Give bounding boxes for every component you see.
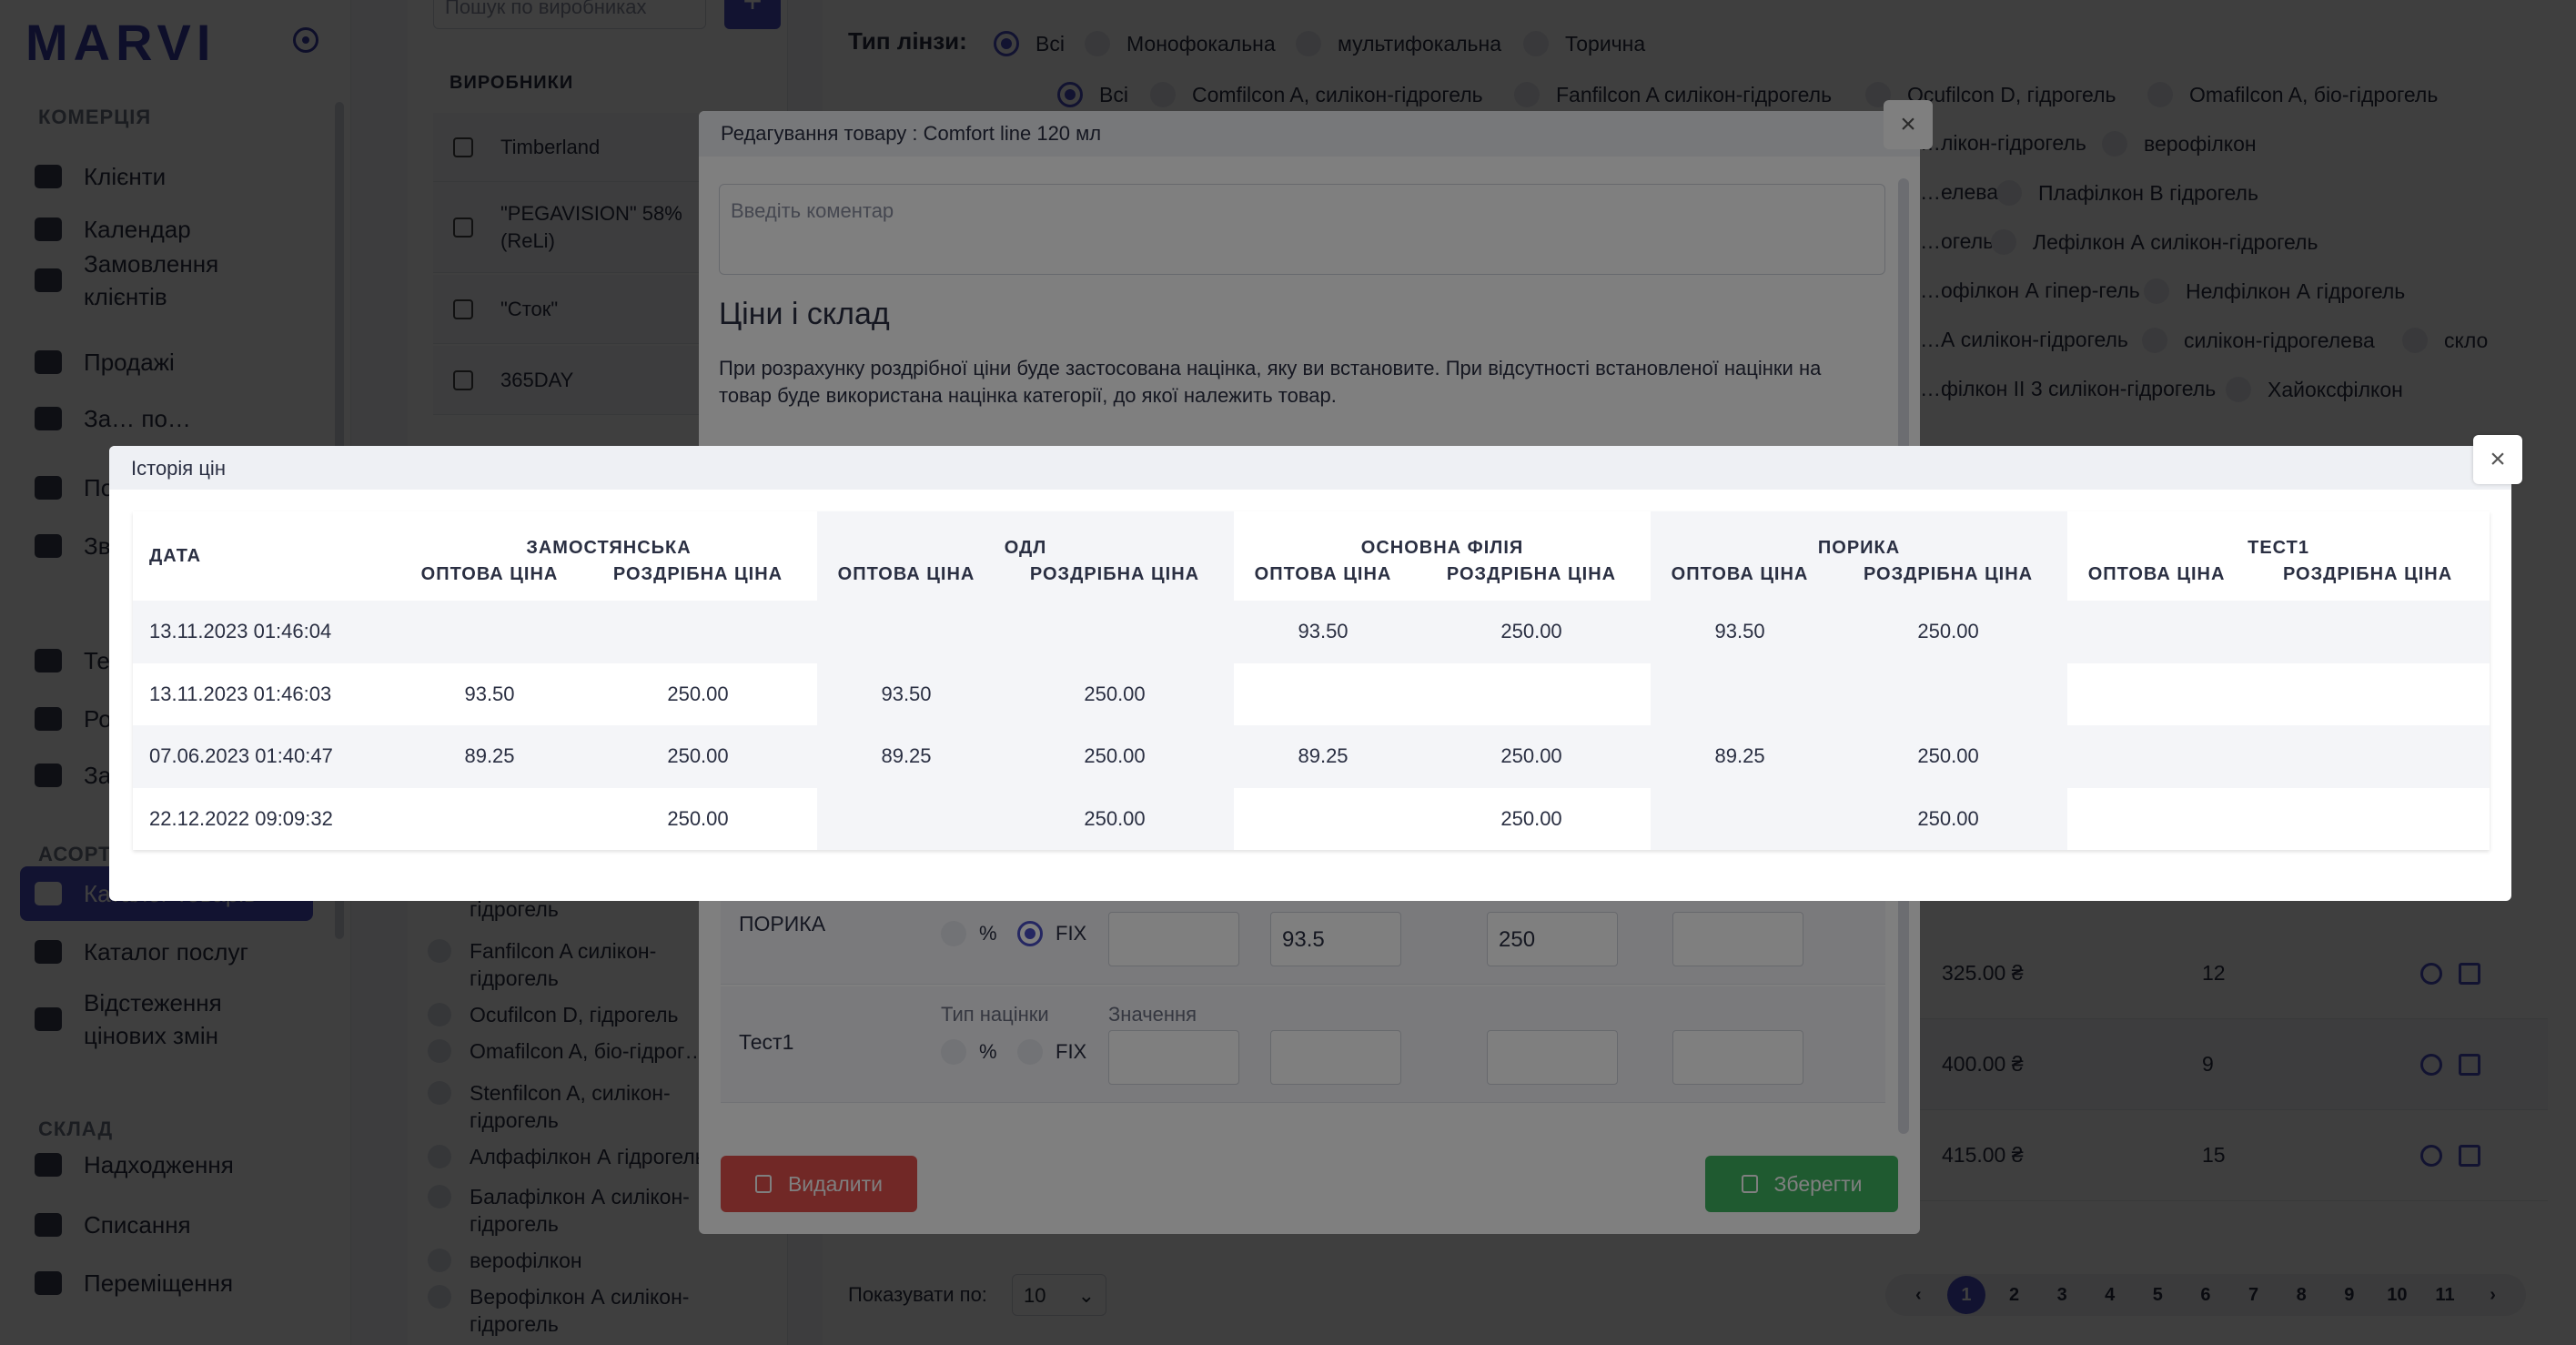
history-cell xyxy=(2067,601,2247,663)
history-cell xyxy=(995,601,1235,663)
branch-header: ПОРИКА xyxy=(1651,511,2068,559)
history-cell: 250.00 xyxy=(667,682,729,705)
price-type-header: РОЗДРІБНА ЦІНА xyxy=(995,559,1235,601)
history-cell: 250.00 xyxy=(995,662,1235,725)
price-type-header: ОПТОВА ЦІНА xyxy=(817,559,995,601)
history-cell xyxy=(2246,601,2490,663)
history-date: 13.11.2023 01:46:04 xyxy=(133,601,400,663)
history-row: 13.11.2023 01:46:03 93.50 250.00 93.50 250.0… xyxy=(133,662,2490,726)
price-type-header: ОПТОВА ЦІНА xyxy=(420,564,559,584)
history-cell: 89.25 xyxy=(1651,725,1830,788)
history-cell xyxy=(2246,725,2490,788)
history-cell xyxy=(2246,788,2490,851)
price-history-title: Історія цін xyxy=(109,446,2511,490)
history-cell: 93.50 xyxy=(1234,601,1413,663)
history-cell xyxy=(1829,662,2068,725)
price-type-header: РОЗДРІБНА ЦІНА xyxy=(1446,564,1617,584)
branch-header: ОДЛ xyxy=(817,511,1235,559)
history-cell xyxy=(1412,663,1651,726)
price-type-header: ОПТОВА ЦІНА xyxy=(1651,559,1830,601)
history-cell: 93.50 xyxy=(1651,601,1830,663)
price-history-table: ДАТА ЗАМОСТЯНСЬКА ОДЛ ОСНОВНА ФІЛІЯ ПОРИКА ТЕ… xyxy=(133,511,2490,850)
history-cell xyxy=(2067,663,2246,726)
history-cell xyxy=(579,601,817,663)
branch-header: ЗАМОСТЯНСЬКА xyxy=(526,538,692,558)
price-type-header: РОЗДРІБНА ЦІНА xyxy=(612,564,783,584)
history-cell: 250.00 xyxy=(995,787,1235,850)
history-cell: 89.25 xyxy=(817,725,995,788)
history-subheader-row: ОПТОВА ЦІНА РОЗДРІБНА ЦІНА ОПТОВА ЦІНА РОЗД… xyxy=(133,559,2490,601)
history-cell: 93.50 xyxy=(817,662,995,725)
history-cell: 250.00 xyxy=(1500,806,1562,830)
history-cell xyxy=(2067,788,2246,851)
price-type-header: ОПТОВА ЦІНА xyxy=(1254,564,1392,584)
history-row: 13.11.2023 01:46:04 93.50 250.00 93.50 250.0… xyxy=(133,601,2490,663)
history-cell: 89.25 xyxy=(1234,725,1413,788)
history-cell xyxy=(2246,663,2490,726)
history-header-row: ДАТА ЗАМОСТЯНСЬКА ОДЛ ОСНОВНА ФІЛІЯ ПОРИКА ТЕ… xyxy=(133,511,2490,566)
history-cell: 250.00 xyxy=(1829,725,2068,788)
history-cell xyxy=(400,788,579,851)
history-cell xyxy=(400,601,579,663)
history-cell xyxy=(1651,787,1830,850)
history-cell xyxy=(1234,788,1412,851)
history-cell xyxy=(817,787,995,850)
history-cell: 250.00 xyxy=(667,806,729,830)
history-cell: 89.25 xyxy=(400,725,579,788)
history-row: 22.12.2022 09:09:32 250.00 250.00 250.00 250… xyxy=(133,787,2490,851)
history-row: 07.06.2023 01:40:47 89.25 250.00 89.25 250.0… xyxy=(133,725,2490,788)
price-type-header: РОЗДРІБНА ЦІНА xyxy=(2282,564,2453,584)
history-cell xyxy=(1651,662,1830,725)
price-type-header: ОПТОВА ЦІНА xyxy=(2087,564,2226,584)
branch-header: ТЕСТ1 xyxy=(2248,538,2309,558)
history-date: 07.06.2023 01:40:47 xyxy=(133,725,400,788)
history-cell xyxy=(2067,725,2247,788)
price-type-header: РОЗДРІБНА ЦІНА xyxy=(1829,559,2068,601)
history-cell: 250.00 xyxy=(1412,725,1652,788)
history-cell xyxy=(1234,663,1412,726)
history-cell: 250.00 xyxy=(1829,787,2068,850)
history-cell: 250.00 xyxy=(1829,601,2068,663)
history-cell: 250.00 xyxy=(995,725,1235,788)
price-history-close-button[interactable]: × xyxy=(2473,435,2522,484)
history-date: 13.11.2023 01:46:03 xyxy=(149,682,332,705)
history-cell: 250.00 xyxy=(579,725,817,788)
history-cell: 93.50 xyxy=(464,682,515,705)
date-header: ДАТА xyxy=(149,545,202,566)
history-cell: 250.00 xyxy=(1412,601,1652,663)
branch-header: ОСНОВНА ФІЛІЯ xyxy=(1360,538,1524,558)
history-cell xyxy=(817,601,995,663)
history-date: 22.12.2022 09:09:32 xyxy=(149,806,333,830)
